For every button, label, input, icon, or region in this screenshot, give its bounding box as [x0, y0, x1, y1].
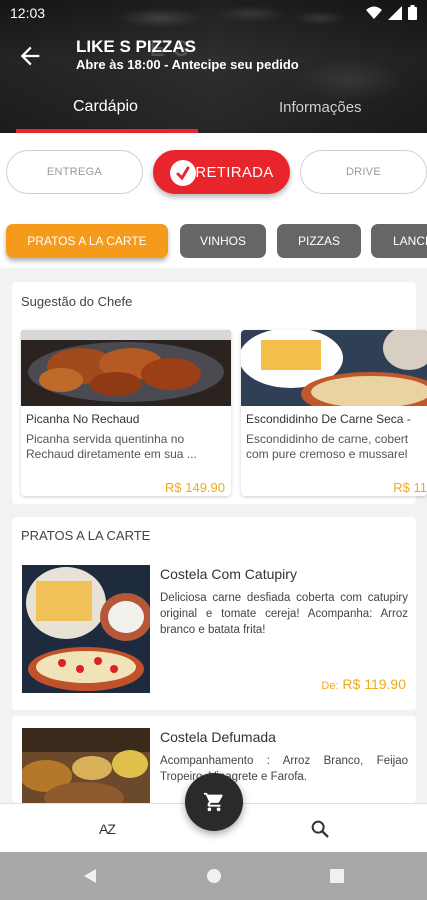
tab-indicator [16, 129, 198, 133]
menu-item-description: Deliciosa carne desfiada coberta com cat… [160, 592, 408, 636]
suggestion-card[interactable]: Escondidinho De Carne Seca - Escondidinh… [241, 330, 427, 496]
search-button[interactable] [307, 816, 333, 842]
sort-az-icon: AZ [99, 821, 116, 837]
menu-item-name: Costela Defumada [160, 729, 276, 745]
search-icon [311, 820, 329, 838]
price-prefix: De: [321, 680, 339, 692]
suggestion-price: R$ 11 [393, 480, 427, 495]
signal-icon [388, 5, 402, 20]
escondidinho-photo [241, 330, 427, 406]
mode-retirada-label: RETIRADA [195, 163, 274, 181]
battery-icon [408, 5, 417, 20]
mode-entrega-label: ENTREGA [46, 166, 103, 178]
tab-informacoes[interactable]: Informações [279, 99, 362, 116]
nav-recents-icon[interactable] [329, 868, 345, 884]
suggestion-card[interactable]: Picanha No Rechaud Picanha servida quent… [21, 330, 231, 496]
wifi-icon [366, 6, 382, 19]
menu-item-name: Costela Com Catupiry [160, 566, 297, 582]
suggestion-name: Picanha No Rechaud [26, 412, 140, 426]
category-chip-lanches[interactable]: LANCH [371, 224, 427, 258]
category-chip-pizzas[interactable]: PIZZAS [277, 224, 361, 258]
suggestion-description: Escondidinho de carne, cobert com pure c… [246, 432, 409, 461]
nav-back-icon[interactable] [82, 868, 98, 884]
tab-cardapio[interactable]: Cardápio [73, 98, 138, 116]
price-value: R$ 119.90 [342, 676, 406, 692]
back-arrow-icon[interactable] [16, 42, 44, 70]
mode-drive-label: DRIVE [345, 166, 382, 178]
chef-suggestions-title: Sugestão do Chefe [21, 294, 133, 309]
status-bar: 12:03 [0, 0, 427, 26]
menu-item-price: De: R$ 119.90 [321, 676, 406, 692]
category-chip-pratos[interactable]: PRATOS A LA CARTE [6, 224, 168, 258]
store-header: E'S 12:03 LIKE S PIZZAS Abre às 18:00 - … [0, 0, 427, 133]
check-circle-icon [170, 160, 196, 186]
costela-catupiry-photo [22, 565, 150, 693]
cart-icon [203, 792, 223, 812]
picanha-photo [21, 330, 231, 406]
suggestion-name: Escondidinho De Carne Seca - [246, 412, 411, 426]
nav-home-icon[interactable] [206, 868, 222, 884]
section-title: PRATOS A LA CARTE [21, 528, 151, 543]
cart-button[interactable] [185, 773, 243, 831]
status-time: 12:03 [10, 5, 46, 21]
suggestion-price: R$ 149.90 [165, 480, 225, 495]
system-navigation-bar [0, 852, 427, 900]
mode-drive-button[interactable]: DRIVE [300, 150, 427, 194]
category-chip-vinhos[interactable]: VINHOS [180, 224, 266, 258]
suggestion-description: Picanha servida quentinha no Rechaud dir… [26, 432, 197, 461]
store-hours: Abre às 18:00 - Antecipe seu pedido [76, 57, 299, 72]
sort-az-button[interactable]: AZ [94, 816, 120, 842]
mode-entrega-button[interactable]: ENTREGA [6, 150, 143, 194]
mode-retirada-button[interactable]: RETIRADA [153, 150, 290, 194]
store-name: LIKE S PIZZAS [76, 37, 196, 56]
costela-defumada-photo [22, 728, 150, 803]
menu-item[interactable]: Costela Com Catupiry Deliciosa carne des… [12, 555, 416, 710]
